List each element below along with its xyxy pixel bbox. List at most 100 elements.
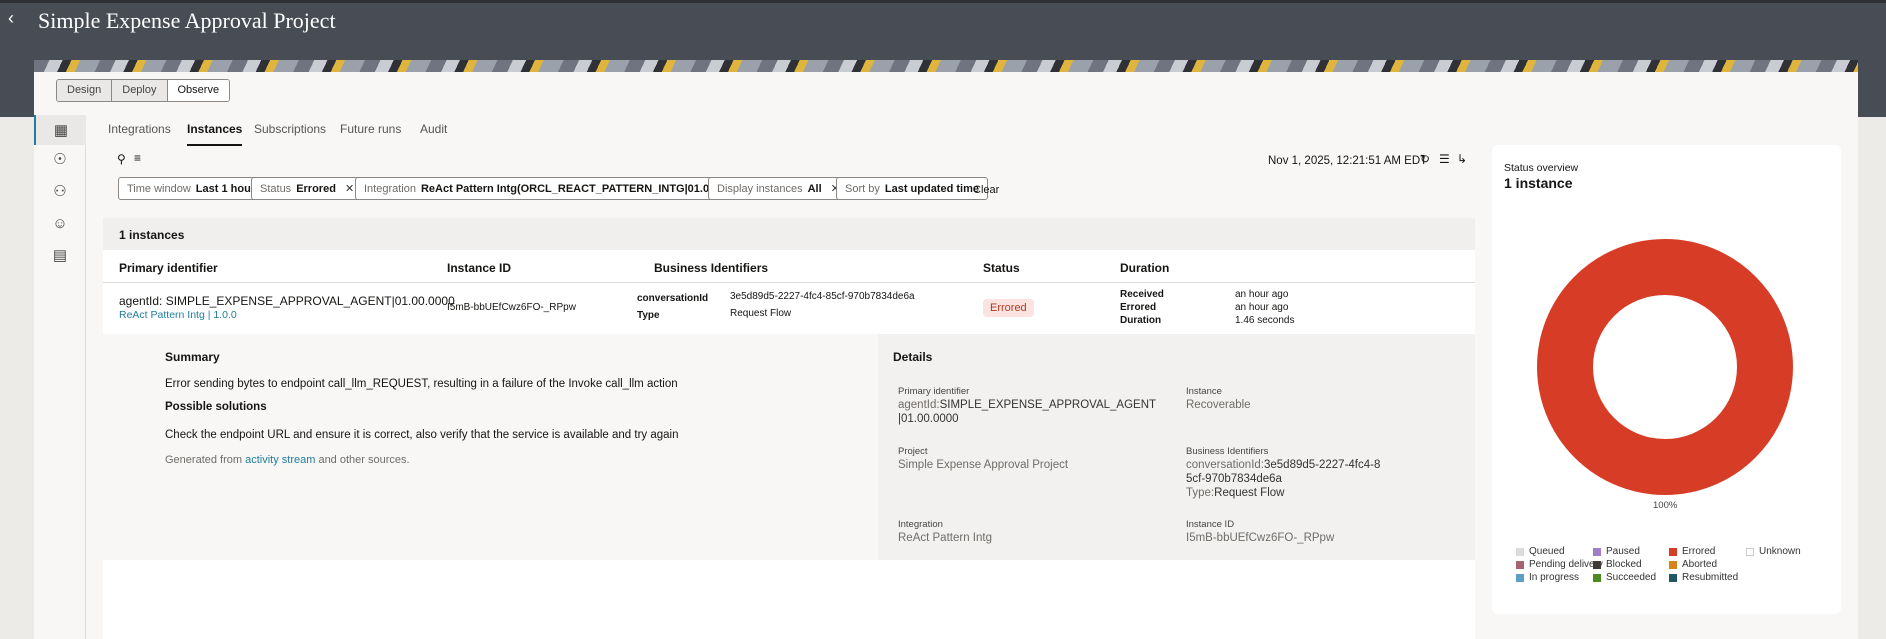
primary-identifier: agentId: SIMPLE_EXPENSE_APPROVAL_AGENT|0… [119,294,455,308]
detail-label: Business Identifiers [1186,446,1269,457]
legend-label: Unknown [1759,546,1801,557]
filter-chip-display-instances[interactable]: Display instancesAll✕ [708,177,849,200]
status-donut-chart [1537,239,1793,495]
tab-subscriptions[interactable]: Subscriptions [254,122,326,136]
biz-value: Request Flow [730,308,792,319]
detail-integration-value: ReAct Pattern Intg [898,532,992,544]
table-header: Primary identifier Instance ID Business … [103,250,1475,283]
back-icon[interactable]: ‹ [8,8,14,29]
agent-icon[interactable]: ☉ [34,144,86,174]
value: Request Flow [1214,487,1285,499]
table-row[interactable]: agentId: SIMPLE_EXPENSE_APPROVAL_AGENT|0… [103,283,1475,334]
report-icon[interactable]: ▤ [34,240,86,270]
detail-project-value: Simple Expense Approval Project [898,459,1069,471]
note-text: and other sources. [315,454,410,466]
detail-biz-value: conversationId:3e5d89d5-2227-4fc4-85cf-9… [1186,458,1386,500]
details-panel: Details Primary identifier agentId:SIMPL… [878,334,1475,560]
legend-item[interactable]: Resubmitted [1669,572,1738,583]
duration-value: 1.46 seconds [1235,315,1295,326]
legend-swatch [1593,560,1601,569]
tab-audit[interactable]: Audit [420,122,447,136]
detail-instance-value: Recoverable [1186,399,1251,411]
legend-swatch [1593,547,1601,556]
search-icon[interactable]: ⚲ [117,152,126,166]
legend-label: Paused [1606,546,1640,557]
tab-future-runs[interactable]: Future runs [340,122,401,136]
legend-item[interactable]: Blocked [1593,559,1642,570]
slice-percent-label: 100% [1653,500,1678,511]
filter-chip-sort-by[interactable]: Sort by Last updated time [836,177,988,200]
legend-item[interactable]: Errored [1669,546,1715,557]
legend-label: Blocked [1606,559,1642,570]
tab-integrations[interactable]: Integrations [108,122,171,136]
solutions-title: Possible solutions [165,401,267,413]
legend-item[interactable]: Aborted [1669,559,1717,570]
legend-label: Errored [1682,546,1716,557]
biz-key: conversationId [637,293,709,304]
connections-icon[interactable]: ⚇ [34,176,86,206]
detail-label: Instance [1186,386,1222,397]
integrations-icon[interactable]: ▦ [34,115,86,145]
filter-icon[interactable]: ≡ [134,151,141,165]
mode-design[interactable]: Design [57,80,113,101]
value-prefix: agentId: [898,399,940,411]
solution-text: Check the endpoint URL and ensure it is … [165,429,679,441]
integration-link[interactable]: ReAct Pattern Intg | 1.0.0 [119,309,237,321]
legend-item[interactable]: Succeeded [1593,572,1656,583]
biz-value: 3e5d89d5-2227-4fc4-85cf-970b7834de6a [730,291,915,302]
filter-chip-time-window[interactable]: Time window Last 1 hour [118,177,265,200]
duration-value: an hour ago [1235,302,1289,313]
user-icon[interactable]: ☺ [34,208,86,238]
mode-switcher: Design Deploy Observe [56,79,231,102]
legend-item[interactable]: Paused [1593,546,1640,557]
legend-item[interactable]: Unknown [1746,546,1801,557]
col-duration[interactable]: Duration [1120,261,1169,275]
detail-label: Instance ID [1186,519,1235,530]
page-title: Simple Expense Approval Project [38,8,336,33]
summary-title: Summary [165,350,220,364]
detail-label: Primary identifier [898,386,970,397]
legend-swatch [1516,560,1524,569]
duration-key: Duration [1120,315,1162,326]
legend-swatch [1516,573,1524,582]
legend-label: Queued [1529,546,1565,557]
generated-note: Generated from activity stream and other… [165,454,410,466]
legend-swatch [1746,547,1754,556]
legend-item[interactable]: Pending delivery [1516,559,1603,570]
close-icon[interactable]: ✕ [345,182,354,195]
mode-deploy[interactable]: Deploy [112,80,168,101]
legend-label: In progress [1529,572,1580,583]
col-primary-identifier[interactable]: Primary identifier [119,261,218,275]
tab-instances[interactable]: Instances [187,122,243,146]
status-overview-card: Status overview 1 instance 100% Queued Pa… [1492,145,1841,614]
refresh-icon[interactable]: ↻ [1420,152,1430,166]
legend-swatch [1669,547,1677,556]
error-message: Error sending bytes to endpoint call_llm… [165,378,678,390]
legend-item[interactable]: In progress [1516,572,1579,583]
note-text: Generated from [165,454,246,466]
donut-slice-errored[interactable] [1537,239,1793,495]
activity-stream-link[interactable]: activity stream [245,454,315,466]
legend-label: Aborted [1682,559,1718,570]
list-view-icon[interactable]: ☰ [1439,152,1450,166]
legend-swatch [1669,573,1677,582]
clear-filters-link[interactable]: Clear [973,184,999,196]
duration-value: an hour ago [1235,289,1289,300]
tree-view-icon[interactable]: ↳ [1457,152,1467,166]
detail-label: Project [898,446,928,457]
legend-swatch [1669,560,1677,569]
mode-observe[interactable]: Observe [167,80,230,101]
col-status[interactable]: Status [983,261,1020,275]
table-empty-area [103,560,1475,639]
status-badge: Errored [983,299,1034,317]
legend-item[interactable]: Queued [1516,546,1565,557]
col-business-identifiers[interactable]: Business Identifiers [654,261,768,275]
filter-chip-status[interactable]: Status Errored ✕ [251,177,364,200]
legend-label: Resubmitted [1682,572,1739,583]
instance-id[interactable]: I5mB-bbUEfCwz6FO-_RPpw [447,302,576,313]
duration-key: Received [1120,289,1164,300]
legend-label: Pending delivery [1529,559,1603,570]
col-instance-id[interactable]: Instance ID [447,261,511,275]
detail-primary-value: agentId:SIMPLE_EXPENSE_APPROVAL_AGENT|01… [898,398,1158,426]
decorative-banner [34,60,1858,72]
